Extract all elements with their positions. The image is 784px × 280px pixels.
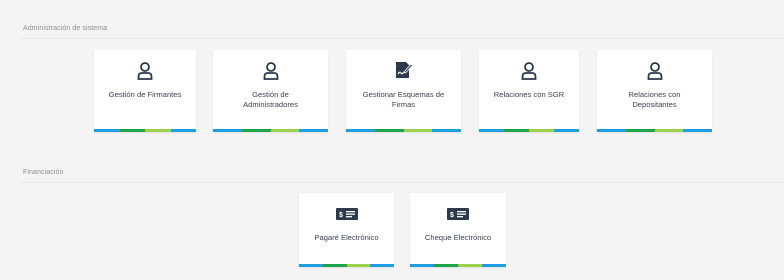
card-accent-bar [410,264,506,267]
card-label: Gestionar Esquemas de Firmas [362,90,445,109]
user-icon [521,62,537,80]
card-label: Relaciones con SGR [493,90,565,99]
section-divider [20,38,784,39]
user-icon [647,62,662,80]
card-cheque-electronico[interactable]: $ Cheque Electrónico [410,193,506,267]
section-divider [20,182,784,183]
document-sign-icon [395,62,413,78]
card-accent-bar [597,129,712,132]
user-icon [137,62,153,80]
card-relaciones-sgr[interactable]: Relaciones con SGR [479,50,579,132]
svg-text:$: $ [339,212,343,219]
card-pagare-electronico[interactable]: $ Pagaré Electrónico [299,193,394,267]
card-gestion-firmantes[interactable]: Gestión de Firmantes [94,50,196,132]
card-label: Cheque Electrónico [424,233,492,242]
card-relaciones-depositantes[interactable]: Relaciones con Depositantes [597,50,712,132]
card-label: Pagaré Electrónico [314,233,379,242]
section-title-administracion: Administración de sistema [23,25,108,32]
card-accent-bar [299,264,394,267]
card-accent-bar [346,129,461,132]
card-accent-bar [213,129,328,132]
svg-text:$: $ [450,212,454,219]
check-icon: $ [447,208,469,220]
card-accent-bar [479,129,579,132]
card-accent-bar [94,129,196,132]
card-label: Gestión de Firmantes [108,90,182,99]
card-gestionar-esquemas-firmas[interactable]: Gestionar Esquemas de Firmas [346,50,461,132]
card-gestion-administradores[interactable]: Gestión de Administradores [213,50,328,132]
dashboard-page: Administración de sistema Gestión de Fir… [0,0,784,280]
check-icon: $ [335,208,358,220]
section-title-financiacion: Financiación [23,169,64,176]
card-label: Relaciones con Depositantes [628,90,681,109]
user-icon [263,62,278,80]
card-label: Gestión de Administradores [243,90,298,109]
